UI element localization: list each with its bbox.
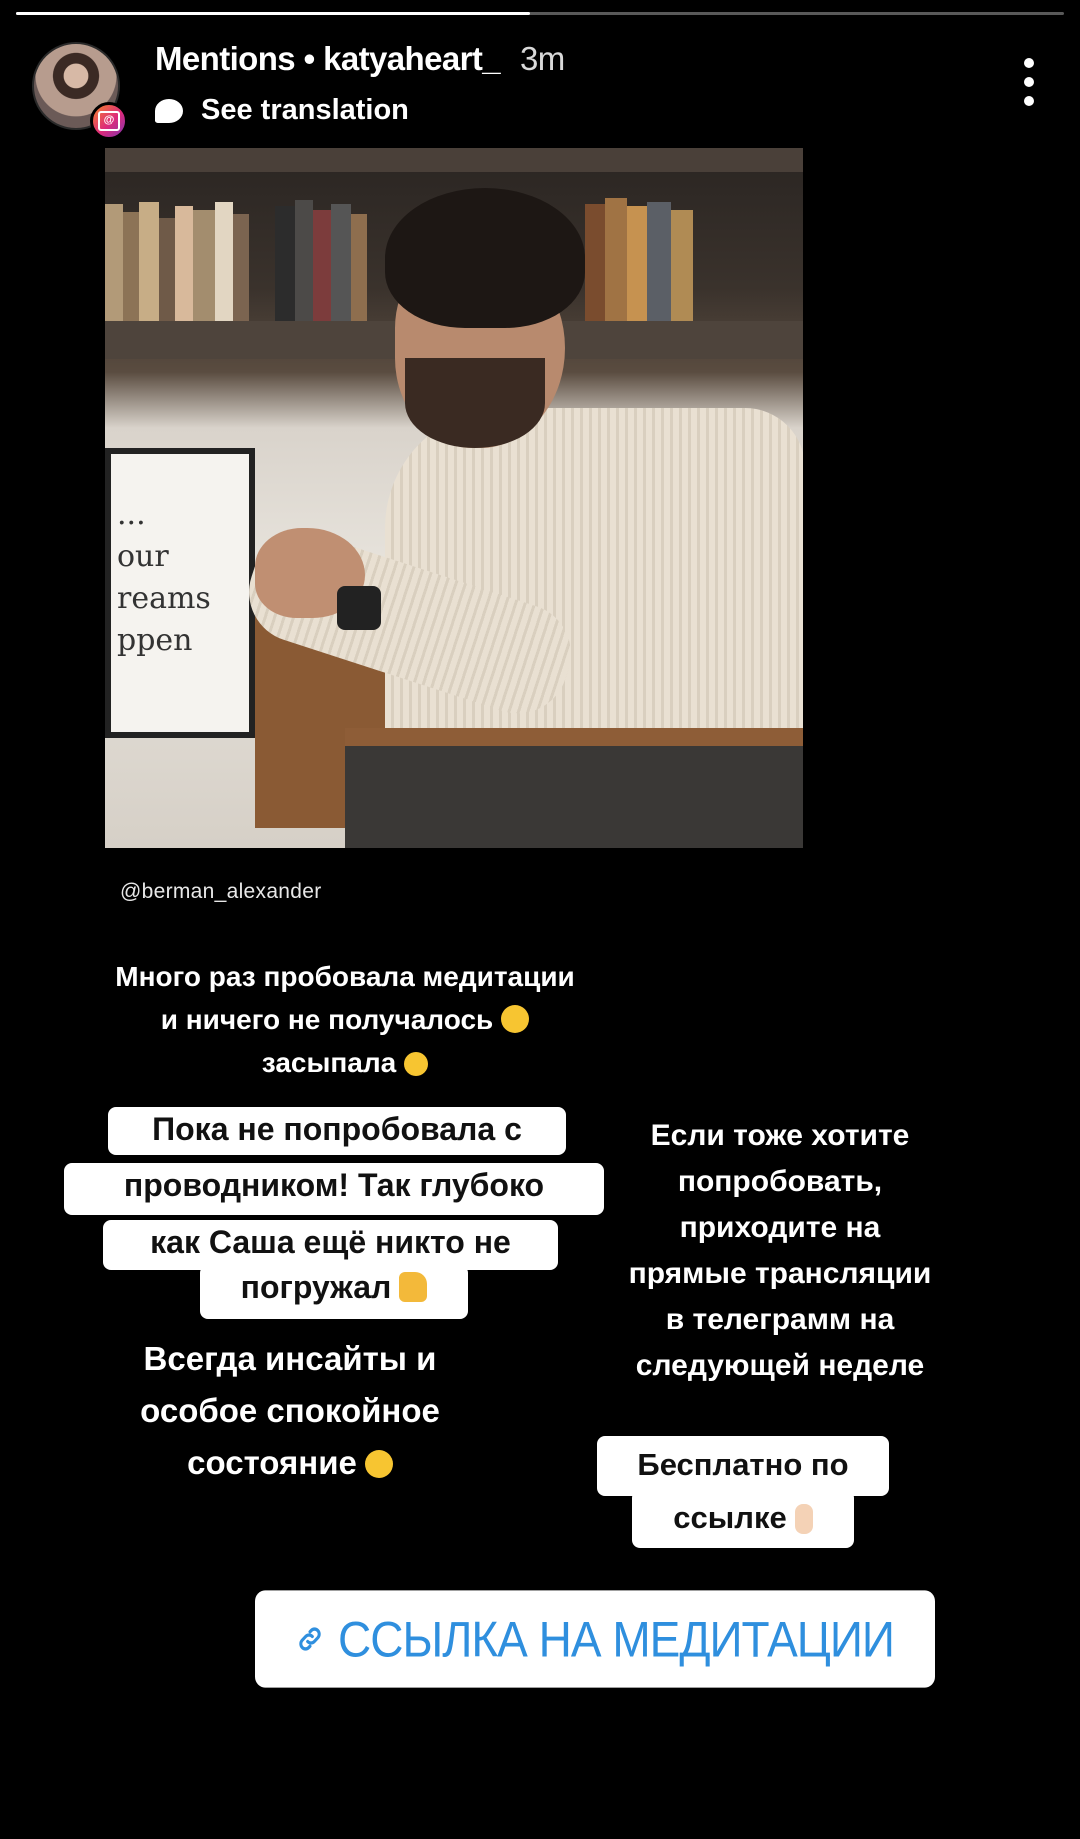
story-progress-fill xyxy=(16,12,530,15)
text-line: в телеграмм на xyxy=(665,1303,895,1336)
pointing-down-icon xyxy=(794,1504,813,1534)
highlight-text-line: Пока не попробовала с xyxy=(108,1107,566,1155)
story-time: 3m xyxy=(519,40,565,77)
eye-roll-emoji-icon xyxy=(404,1052,429,1076)
see-translation-label: See translation xyxy=(201,94,409,126)
text-line: и ничего не получалось xyxy=(160,1004,494,1035)
photo-credit-handle[interactable]: @berman_alexander xyxy=(120,880,322,904)
free-text-line: ссылке xyxy=(632,1490,854,1548)
shelf xyxy=(105,148,803,172)
highlight-text-line: проводником! Так глубоко xyxy=(64,1163,604,1215)
text-line: Всегда инсайты и xyxy=(143,1340,437,1377)
frame-text: reams xyxy=(117,581,211,616)
text-line: засыпала xyxy=(261,1047,397,1078)
text-line: попробовать, xyxy=(677,1165,883,1198)
person-beard xyxy=(405,358,545,448)
story-photo: ... our reams ppen xyxy=(105,148,803,848)
story-header: @ Mentions • katyaheart_ 3m See translati… xyxy=(0,36,1080,146)
link-icon xyxy=(299,1627,321,1651)
highlight-text-line: погружал xyxy=(200,1265,468,1319)
free-text-line: Бесплатно по xyxy=(597,1436,889,1496)
more-vertical-icon[interactable] xyxy=(1024,58,1034,106)
frame-text: our xyxy=(117,539,169,574)
story-text-insights: Всегда инсайты и особое спокойное состоя… xyxy=(95,1333,485,1489)
frame-text: ... xyxy=(117,497,146,532)
text-line: особое спокойное xyxy=(140,1392,440,1429)
story-text-meditation: Много раз пробовала медитации и ничего н… xyxy=(60,955,630,1084)
at-mention-icon: @ xyxy=(90,102,128,140)
armchair-seat xyxy=(345,728,803,848)
speech-bubble-icon xyxy=(155,98,183,123)
story-progress-bar xyxy=(16,12,1064,15)
text-line: прямые трансляции xyxy=(628,1257,932,1290)
story-title-row[interactable]: Mentions • katyaheart_ 3m xyxy=(155,40,565,78)
link-sticker[interactable]: ССЫЛКА НА МЕДИТАЦИИ xyxy=(255,1590,935,1688)
highlight-text-line: как Саша ещё никто не xyxy=(103,1220,558,1270)
text-line: ссылке xyxy=(673,1500,787,1535)
text-line: состояние xyxy=(187,1444,357,1481)
story-title[interactable]: Mentions • katyaheart_ xyxy=(155,40,501,77)
thumbs-up-icon xyxy=(399,1272,428,1302)
text-line: Если тоже хотите xyxy=(650,1119,910,1152)
frame-text: ppen xyxy=(117,623,193,658)
text-line: приходите на xyxy=(679,1211,881,1244)
wristwatch xyxy=(337,586,381,630)
link-sticker-label: ССЫЛКА НА МЕДИТАЦИИ xyxy=(338,1610,895,1668)
text-line: Много раз пробовала медитации xyxy=(115,961,575,992)
framed-quote: ... our reams ppen xyxy=(105,448,255,738)
see-translation-button[interactable]: See translation xyxy=(155,94,409,127)
person-hair xyxy=(385,188,585,328)
grinning-sweat-emoji-icon xyxy=(501,1005,530,1033)
star-struck-emoji-icon xyxy=(364,1450,393,1478)
text-line: погружал xyxy=(240,1269,392,1305)
story-text-invite: Если тоже хотите попробовать, приходите … xyxy=(585,1113,975,1389)
text-line: следующей неделе xyxy=(635,1349,925,1382)
